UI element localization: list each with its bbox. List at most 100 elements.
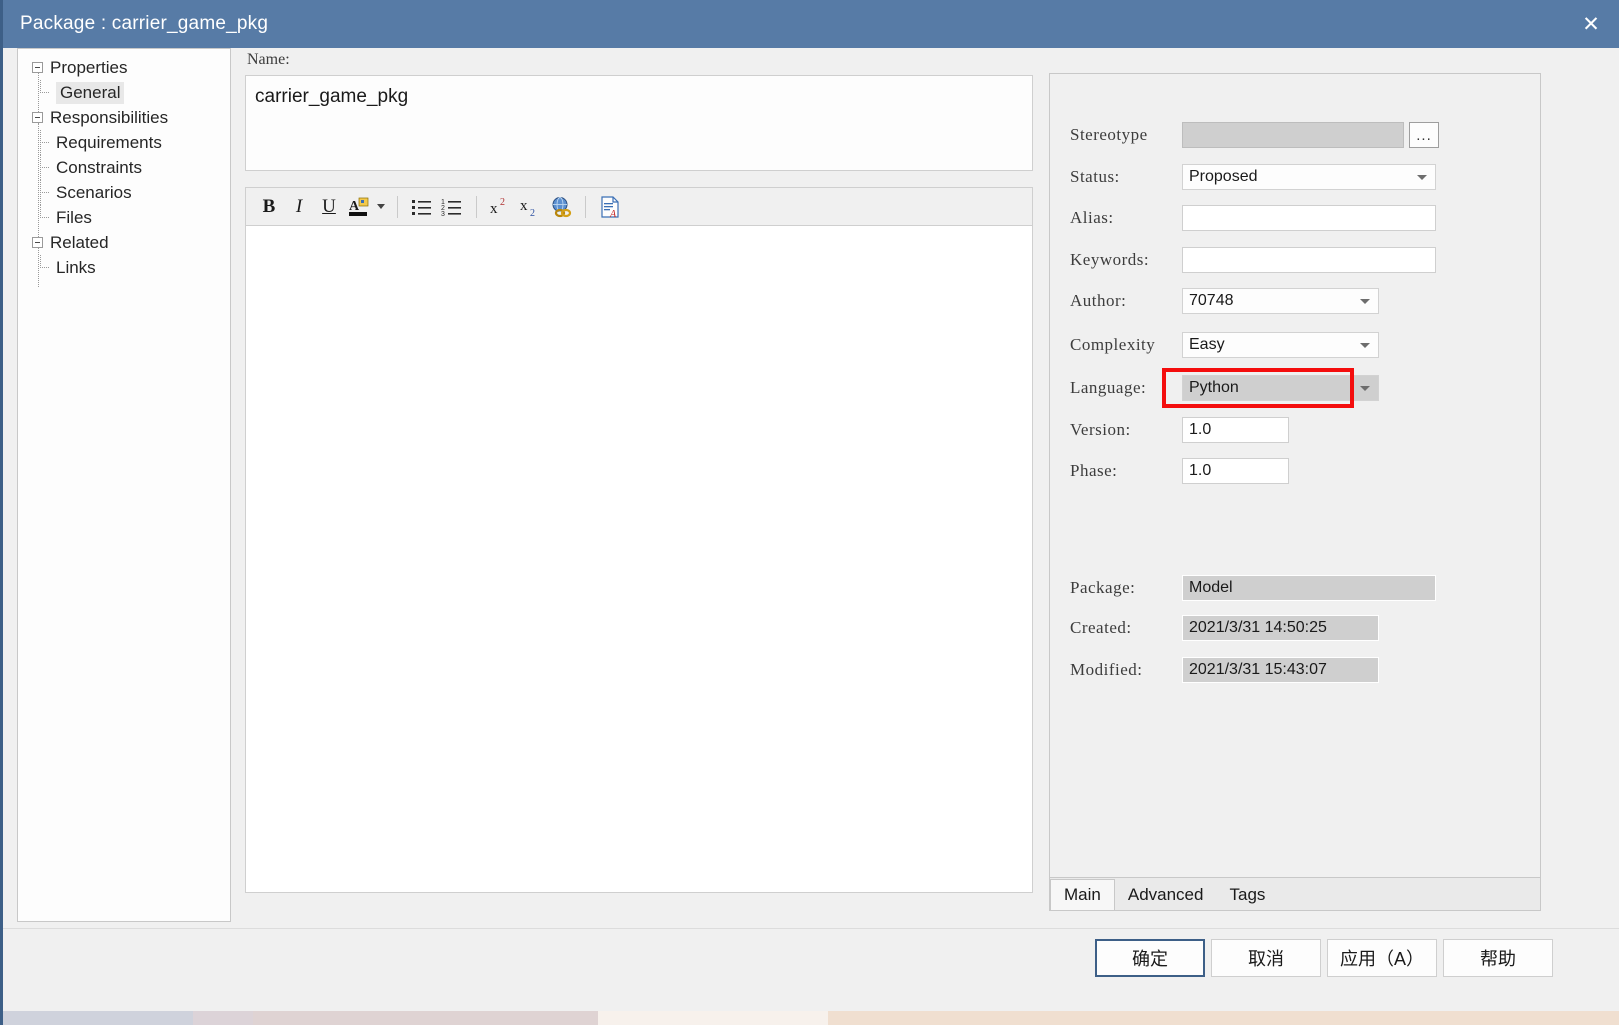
- tree-connector: [40, 180, 41, 205]
- tree-item-label: General: [56, 81, 125, 104]
- field-version: Version: 1.0: [1070, 417, 1289, 443]
- navigation-tree: Properties General Responsibilities Require…: [18, 49, 230, 280]
- ok-button[interactable]: 确定: [1095, 939, 1205, 977]
- navigation-tree-panel: Properties General Responsibilities Require…: [17, 48, 231, 922]
- underline-icon[interactable]: U: [314, 192, 344, 222]
- name-and-notes-column: Name: carrier_game_pkg B I U A 1 2 3 x 2…: [245, 48, 1035, 893]
- author-label: Author:: [1070, 291, 1127, 310]
- tree-connector: [40, 155, 41, 180]
- status-value: Proposed: [1189, 168, 1258, 185]
- tree-connector: [40, 92, 49, 93]
- tree-item-label: Responsibilities: [50, 107, 169, 127]
- stereotype-browse-button[interactable]: ...: [1409, 122, 1439, 148]
- name-input[interactable]: carrier_game_pkg: [245, 75, 1033, 171]
- title-bar: Package : carrier_game_pkg ✕: [3, 0, 1619, 48]
- tree-item-label: Related: [50, 232, 109, 252]
- alias-label: Alias:: [1070, 208, 1114, 227]
- tab-tags[interactable]: Tags: [1216, 879, 1279, 910]
- apply-button[interactable]: 应用（A）: [1327, 939, 1437, 977]
- language-dropdown[interactable]: Python: [1182, 375, 1379, 401]
- field-modified: Modified: 2021/3/31 15:43:07: [1070, 657, 1379, 683]
- version-input[interactable]: 1.0: [1182, 417, 1289, 443]
- tree-item-files[interactable]: Files: [18, 205, 230, 230]
- toolbar-separator: [397, 195, 398, 218]
- font-color-icon[interactable]: A: [344, 192, 374, 222]
- field-stereotype: Stereotype ...: [1070, 122, 1439, 148]
- tree-item-general[interactable]: General: [18, 80, 230, 105]
- status-label: Status:: [1070, 167, 1120, 186]
- svg-text:2: 2: [500, 197, 505, 208]
- field-created: Created: 2021/3/31 14:50:25: [1070, 615, 1379, 641]
- tree-collapse-icon[interactable]: [32, 112, 43, 123]
- keywords-input[interactable]: [1182, 247, 1436, 273]
- dialog-body: Properties General Responsibilities Require…: [3, 48, 1619, 928]
- author-dropdown[interactable]: 70748: [1182, 288, 1379, 314]
- tree-item-requirements[interactable]: Requirements: [18, 130, 230, 155]
- italic-icon[interactable]: I: [284, 192, 314, 222]
- alias-input[interactable]: [1182, 205, 1436, 231]
- tree-collapse-icon[interactable]: [32, 62, 43, 73]
- tab-main[interactable]: Main: [1050, 879, 1115, 910]
- tab-advanced[interactable]: Advanced: [1114, 879, 1217, 910]
- tree-connector: [40, 267, 49, 268]
- phase-input[interactable]: 1.0: [1182, 458, 1289, 484]
- field-status: Status: Proposed: [1070, 164, 1436, 190]
- package-label: Package:: [1070, 578, 1136, 597]
- numbered-list-icon[interactable]: 1 2 3: [437, 192, 467, 222]
- language-label: Language:: [1070, 378, 1147, 397]
- svg-text:x: x: [520, 198, 528, 214]
- name-label: Name:: [247, 51, 290, 68]
- bullet-list-icon[interactable]: [407, 192, 437, 222]
- notes-editor[interactable]: [245, 225, 1033, 893]
- field-language: Language: Python: [1070, 375, 1379, 401]
- tree-item-scenarios[interactable]: Scenarios: [18, 180, 230, 205]
- chevron-down-icon: [1360, 343, 1370, 348]
- modified-label: Modified:: [1070, 660, 1143, 679]
- window-title: Package : carrier_game_pkg: [20, 13, 269, 34]
- package-properties-dialog: Package : carrier_game_pkg ✕ Properties G…: [0, 0, 1619, 1025]
- tree-spine: [38, 73, 39, 112]
- properties-panel: Stereotype ... Status: Proposed Alias: K…: [1049, 73, 1541, 911]
- version-label: Version:: [1070, 420, 1131, 439]
- tree-item-links[interactable]: Links: [18, 255, 230, 280]
- field-phase: Phase: 1.0: [1070, 458, 1289, 484]
- tree-spine: [38, 248, 39, 287]
- insert-document-icon[interactable]: A: [595, 192, 625, 222]
- svg-text:x: x: [490, 201, 498, 217]
- tree-connector: [40, 192, 49, 193]
- toolbar-separator: [585, 195, 586, 218]
- tree-item-label: Scenarios: [56, 182, 132, 202]
- taskbar-segment: [598, 1011, 828, 1025]
- bold-icon[interactable]: B: [254, 192, 284, 222]
- tree-item-label: Constraints: [56, 157, 142, 177]
- superscript-icon[interactable]: x 2: [486, 192, 516, 222]
- cancel-button[interactable]: 取消: [1211, 939, 1321, 977]
- svg-text:2: 2: [530, 208, 535, 218]
- status-dropdown[interactable]: Proposed: [1182, 164, 1436, 190]
- language-value: Python: [1189, 379, 1239, 396]
- tree-item-related[interactable]: Related: [18, 230, 230, 255]
- tree-connector: [40, 167, 49, 168]
- close-icon[interactable]: ✕: [1560, 0, 1619, 48]
- tree-item-label: Links: [56, 257, 96, 277]
- stereotype-input[interactable]: [1182, 122, 1404, 148]
- taskbar-segment: [3, 1011, 193, 1025]
- tree-collapse-icon[interactable]: [32, 237, 43, 248]
- field-package: Package: Model: [1070, 575, 1436, 601]
- svg-text:A: A: [609, 209, 617, 218]
- complexity-label: Complexity: [1070, 335, 1156, 354]
- tree-item-constraints[interactable]: Constraints: [18, 155, 230, 180]
- help-button[interactable]: 帮助: [1443, 939, 1553, 977]
- tree-connector: [40, 217, 49, 218]
- font-color-dropdown-icon[interactable]: [374, 192, 388, 222]
- complexity-value: Easy: [1189, 336, 1225, 353]
- taskbar-segment: [193, 1011, 253, 1025]
- hyperlink-icon[interactable]: [546, 192, 576, 222]
- subscript-icon[interactable]: x 2: [516, 192, 546, 222]
- chevron-down-icon: [1360, 299, 1370, 304]
- tree-connector: [40, 142, 49, 143]
- tree-item-properties[interactable]: Properties: [18, 55, 230, 80]
- complexity-dropdown[interactable]: Easy: [1182, 332, 1379, 358]
- tree-connector: [40, 130, 41, 155]
- tree-item-responsibilities[interactable]: Responsibilities: [18, 105, 230, 130]
